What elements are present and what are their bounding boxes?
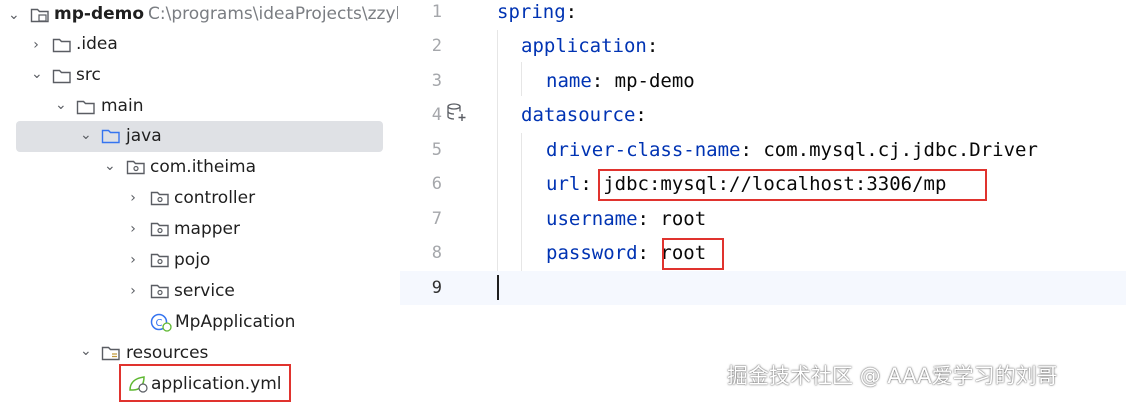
tree-row-pojo[interactable]: › pojo [0, 245, 398, 276]
project-name: mp-demo [54, 4, 145, 24]
resources-folder-icon [101, 344, 121, 362]
chevron-right-icon[interactable]: › [128, 222, 138, 236]
indent-guide [521, 133, 522, 271]
package-icon [126, 158, 146, 176]
yaml-sep: : [635, 104, 647, 126]
indent-guide [497, 30, 498, 271]
tree-row-src[interactable]: ⌄ src [0, 61, 398, 92]
chevron-down-icon[interactable]: ⌄ [8, 8, 20, 22]
yaml-key: application [521, 35, 647, 57]
tree-row-main[interactable]: ⌄ main [0, 92, 398, 123]
database-icon[interactable] [446, 102, 468, 128]
chevron-down-icon[interactable]: ⌄ [80, 344, 92, 358]
chevron-right-icon[interactable]: › [128, 253, 138, 267]
yaml-key: url [546, 173, 581, 195]
yaml-key: spring [497, 1, 566, 23]
line-number: 3 [431, 71, 442, 91]
tree-label: controller [174, 188, 256, 208]
code-line-2: application: [521, 35, 658, 57]
package-icon [150, 251, 170, 269]
selection-highlight [16, 121, 383, 152]
tree-row-mapper[interactable]: › mapper [0, 214, 398, 245]
line-number: 9 [431, 278, 442, 298]
yaml-sep: : [637, 208, 661, 230]
tree-row-controller[interactable]: › controller [0, 183, 398, 214]
project-panel: ⌄ mp-demo C:\programs\ideaProjects\zzyl … [0, 0, 398, 402]
line-number: 1 [431, 2, 442, 22]
tree-label: com.itheima [150, 157, 257, 177]
code-line-7: username: root [546, 208, 706, 230]
code-line-4: datasource: [521, 104, 647, 126]
yaml-key: password [546, 242, 638, 264]
line-number: 4 [431, 105, 442, 125]
tree-label: resources [126, 343, 209, 363]
watermark: 掘金技术社区 @ AAA爱学习的刘哥 [727, 364, 1058, 388]
highlight-box-application-yml [119, 364, 291, 402]
gutter: 1 2 3 4 5 6 7 8 9 [400, 0, 495, 402]
tree-label: mapper [174, 219, 241, 239]
spring-boot-class-icon: C [150, 312, 172, 332]
chevron-down-icon[interactable]: ⌄ [31, 67, 43, 81]
indent-guide [521, 62, 522, 96]
tree-label: src [76, 65, 101, 85]
line-number: 2 [431, 36, 442, 56]
chevron-right-icon[interactable]: › [128, 284, 138, 298]
folder-icon [76, 98, 96, 116]
tree-label: MpApplication [175, 312, 296, 332]
code-line-5: driver-class-name: com.mysql.cj.jdbc.Dri… [546, 139, 1038, 161]
highlight-box-url [598, 169, 987, 201]
yaml-sep: : [591, 70, 615, 92]
folder-icon [52, 36, 72, 54]
yaml-value: root [660, 208, 707, 230]
chevron-down-icon[interactable]: ⌄ [80, 128, 92, 142]
tree-label: main [101, 96, 144, 116]
chevron-right-icon[interactable]: › [128, 191, 138, 205]
chevron-down-icon[interactable]: ⌄ [55, 98, 67, 112]
source-folder-icon [101, 127, 121, 145]
code-line-1: spring: [497, 1, 577, 23]
tree-row-service[interactable]: › service [0, 276, 398, 307]
tree-label: service [174, 281, 235, 301]
yaml-key: name [546, 70, 592, 92]
folder-icon [52, 67, 72, 85]
tree-row-java[interactable]: ⌄ java [0, 121, 398, 152]
package-icon [150, 189, 170, 207]
yaml-sep: : [565, 1, 578, 23]
tree-label: pojo [174, 250, 211, 270]
line-number: 7 [431, 209, 442, 229]
svg-text:C: C [156, 318, 163, 329]
highlight-box-password [662, 238, 724, 270]
chevron-down-icon[interactable]: ⌄ [104, 159, 116, 173]
yaml-sep: : [637, 242, 661, 264]
package-icon [150, 220, 170, 238]
tree-row-idea[interactable]: › .idea [0, 30, 398, 61]
text-caret [497, 275, 499, 300]
yaml-key: driver-class-name [546, 139, 741, 161]
line-number: 8 [431, 243, 442, 263]
chevron-right-icon[interactable]: › [31, 38, 41, 52]
yaml-value: mp-demo [614, 70, 695, 92]
line-number: 6 [431, 174, 442, 194]
current-line-highlight [400, 271, 1126, 305]
yaml-sep: : [740, 139, 764, 161]
tree-row-com-itheima[interactable]: ⌄ com.itheima [0, 152, 398, 183]
package-icon [150, 282, 170, 300]
module-folder-icon [30, 6, 50, 24]
yaml-sep: : [646, 35, 659, 57]
code-editor[interactable]: 1 2 3 4 5 6 7 8 9 spring: application: n… [400, 0, 1126, 402]
line-number: 5 [431, 140, 442, 160]
tree-label: .idea [76, 34, 118, 54]
tree-row-mpapplication[interactable]: C MpApplication [0, 307, 398, 338]
yaml-value: com.mysql.cj.jdbc.Driver [763, 139, 1038, 161]
code-line-3: name: mp-demo [546, 70, 695, 92]
yaml-key: username [546, 208, 638, 230]
tree-label: java [126, 126, 162, 146]
yaml-key: datasource [521, 104, 636, 126]
project-path: C:\programs\ideaProjects\zzyl [148, 4, 398, 24]
tree-row-mp-demo[interactable]: ⌄ mp-demo C:\programs\ideaProjects\zzyl [0, 0, 398, 31]
